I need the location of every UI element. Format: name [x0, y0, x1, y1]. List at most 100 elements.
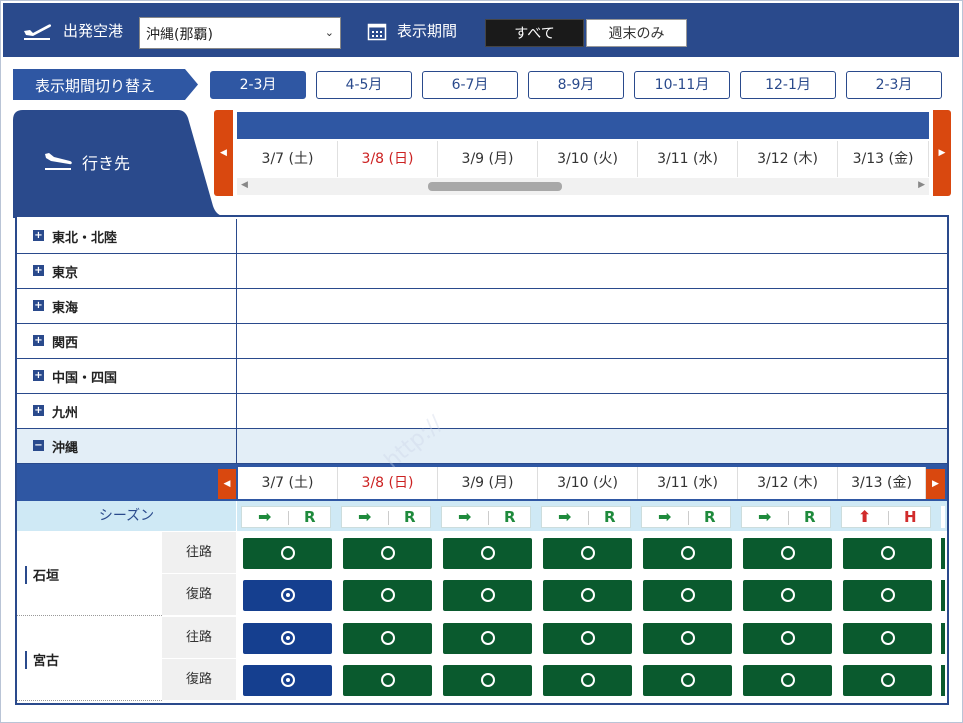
period-option-button[interactable]: 4-5月: [316, 71, 412, 99]
availability-cell[interactable]: [643, 665, 732, 696]
inner-date-header: 3/7 (土): [238, 467, 338, 499]
availability-cell[interactable]: [243, 665, 332, 696]
period-option-button[interactable]: 2-3月: [846, 71, 942, 99]
expand-icon[interactable]: +: [33, 335, 44, 346]
region-toggle[interactable]: + 関西: [17, 324, 237, 358]
inner-scroll-left-button[interactable]: ◀: [218, 469, 236, 499]
region-name: 東海: [52, 301, 79, 316]
region-toggle[interactable]: + 中国・四国: [17, 359, 237, 393]
season-code: H: [904, 508, 917, 526]
date-column-header: 3/12 (木): [738, 141, 838, 177]
availability-cell-partial[interactable]: [941, 623, 945, 654]
circle-icon: [881, 673, 895, 687]
availability-cell[interactable]: [243, 623, 332, 654]
region-toggle[interactable]: + 九州: [17, 394, 237, 428]
double-circle-icon: [281, 631, 295, 645]
circle-icon: [681, 546, 695, 560]
availability-cell-partial[interactable]: [941, 580, 945, 611]
region-toggle[interactable]: + 東海: [17, 289, 237, 323]
availability-cell[interactable]: [443, 623, 532, 654]
expand-icon[interactable]: +: [33, 405, 44, 416]
inner-date-header: 3/11 (水): [638, 467, 738, 499]
calendar-icon: [367, 21, 387, 45]
date-column-header: 3/13 (金): [838, 141, 929, 177]
circle-icon: [481, 673, 495, 687]
departure-airport-select[interactable]: 沖縄(那覇) ⌄: [139, 17, 341, 49]
arrow-right-icon: ➡: [558, 507, 572, 526]
availability-cell[interactable]: [743, 665, 832, 696]
availability-cell[interactable]: [343, 538, 432, 569]
availability-cell[interactable]: [543, 623, 632, 654]
availability-cell[interactable]: [843, 665, 932, 696]
region-row[interactable]: + 関西: [17, 324, 947, 359]
availability-cell[interactable]: [643, 623, 732, 654]
season-cell: ➡ R: [641, 506, 731, 528]
availability-cell[interactable]: [843, 623, 932, 654]
calendar-header-bar: [237, 112, 929, 139]
collapse-icon[interactable]: −: [33, 440, 44, 451]
availability-cell[interactable]: [443, 580, 532, 611]
region-row[interactable]: + 九州: [17, 394, 947, 429]
region-toggle[interactable]: − 沖縄: [17, 429, 237, 463]
outbound-label: 往路: [162, 617, 236, 659]
availability-cell[interactable]: [643, 538, 732, 569]
date-column-header: 3/8 (日): [338, 141, 438, 177]
region-row[interactable]: − 沖縄: [17, 429, 947, 464]
inner-date-header: 3/9 (月): [438, 467, 538, 499]
availability-cell[interactable]: [343, 623, 432, 654]
season-code: R: [604, 508, 616, 526]
scroll-left-arrow-icon[interactable]: ◀: [241, 180, 248, 190]
season-label: シーズン: [17, 501, 236, 531]
scroll-left-button[interactable]: ◀: [214, 110, 233, 196]
chevron-down-icon: ⌄: [324, 26, 334, 39]
expand-icon[interactable]: +: [33, 265, 44, 276]
availability-cell[interactable]: [243, 580, 332, 611]
filter-weekend-button[interactable]: 週末のみ: [586, 19, 687, 47]
availability-cell[interactable]: [443, 538, 532, 569]
availability-cell[interactable]: [743, 580, 832, 611]
destination-header-label: 行き先: [82, 154, 131, 173]
availability-cell[interactable]: [543, 538, 632, 569]
circle-icon: [781, 673, 795, 687]
region-row[interactable]: + 東京: [17, 254, 947, 289]
region-toggle[interactable]: + 東京: [17, 254, 237, 288]
availability-cell[interactable]: [643, 580, 732, 611]
availability-cell-partial[interactable]: [941, 538, 945, 569]
filter-all-button[interactable]: すべて: [485, 19, 584, 47]
period-option-button[interactable]: 10-11月: [634, 71, 730, 99]
expand-icon[interactable]: +: [33, 230, 44, 241]
region-row[interactable]: + 中国・四国: [17, 359, 947, 394]
availability-cell[interactable]: [543, 580, 632, 611]
expand-icon[interactable]: +: [33, 300, 44, 311]
region-row[interactable]: + 東北・北陸: [17, 219, 947, 254]
arrow-right-icon: ➡: [258, 507, 272, 526]
horizontal-scrollbar[interactable]: ◀ ▶: [237, 178, 929, 195]
availability-cell[interactable]: [243, 538, 332, 569]
availability-cell[interactable]: [343, 580, 432, 611]
period-option-button[interactable]: 8-9月: [528, 71, 624, 99]
season-divider: [288, 511, 289, 525]
period-option-button[interactable]: 2-3月: [210, 71, 306, 99]
availability-cell[interactable]: [843, 538, 932, 569]
period-option-button[interactable]: 12-1月: [740, 71, 836, 99]
availability-cell[interactable]: [443, 665, 532, 696]
scroll-right-arrow-icon[interactable]: ▶: [918, 180, 925, 190]
availability-cell[interactable]: [343, 665, 432, 696]
circle-icon: [881, 546, 895, 560]
inner-scroll-right-button[interactable]: ▶: [926, 469, 945, 499]
availability-cell[interactable]: [843, 580, 932, 611]
scrollbar-thumb[interactable]: [428, 182, 562, 191]
availability-cell-partial[interactable]: [941, 665, 945, 696]
period-option-button[interactable]: 6-7月: [422, 71, 518, 99]
availability-cell[interactable]: [743, 623, 832, 654]
availability-cell[interactable]: [543, 665, 632, 696]
region-name: 東京: [52, 266, 79, 281]
destination-name: 宮古: [33, 654, 60, 669]
circle-icon: [281, 546, 295, 560]
region-toggle[interactable]: + 東北・北陸: [17, 219, 237, 253]
scroll-right-button[interactable]: ▶: [933, 110, 951, 196]
season-code: R: [504, 508, 516, 526]
availability-cell[interactable]: [743, 538, 832, 569]
region-row[interactable]: + 東海: [17, 289, 947, 324]
expand-icon[interactable]: +: [33, 370, 44, 381]
